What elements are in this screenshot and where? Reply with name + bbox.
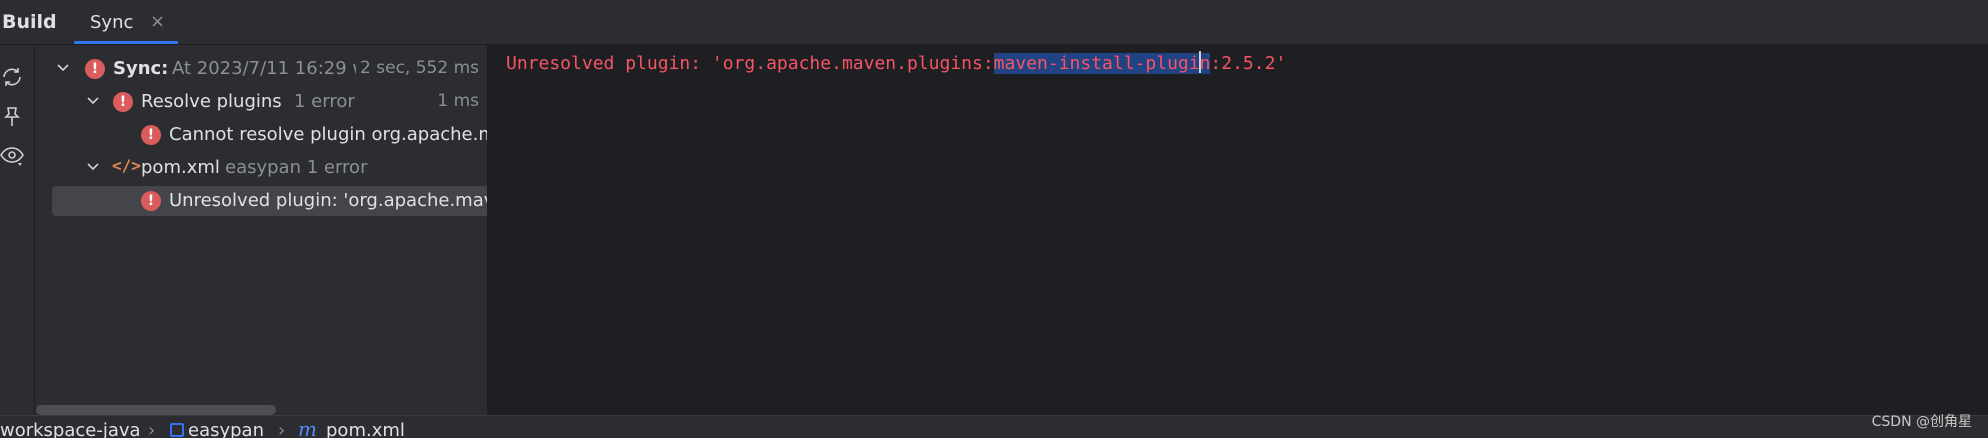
eye-icon[interactable] xyxy=(0,143,24,167)
tree-row-label: Unresolved plugin: 'org.apache.mav xyxy=(169,190,487,211)
tree-horizontal-scrollbar[interactable] xyxy=(36,405,276,415)
chevron-right-icon: › xyxy=(278,420,286,438)
chevron-down-icon[interactable] xyxy=(85,158,101,174)
tab-sync-label: Sync xyxy=(90,12,134,33)
chevron-down-icon[interactable] xyxy=(85,92,101,108)
breadcrumb-workspace[interactable]: workspace-java xyxy=(0,420,141,438)
xml-file-icon: </> xyxy=(112,156,141,175)
console-selection: maven-install-plugin xyxy=(993,51,1211,74)
tree-row-label: pom.xml xyxy=(141,157,220,178)
maven-icon: m xyxy=(298,417,317,438)
build-panel-header: Build Sync × xyxy=(0,0,1988,45)
tree-row-label: Cannot resolve plugin org.apache.m xyxy=(169,124,487,145)
tree-row-label: Sync: xyxy=(113,58,169,79)
build-tree[interactable]: ! Sync: At 2023/7/11 16:29 w 2 sec, 552 … xyxy=(35,45,487,415)
build-toolstrip xyxy=(0,45,35,415)
chevron-down-icon[interactable] xyxy=(55,59,71,75)
console-selected-tail: n xyxy=(1199,53,1211,74)
module-icon xyxy=(170,423,184,437)
panel-title: Build xyxy=(2,11,57,33)
tree-row-pom-xml[interactable]: </> pom.xml easypan 1 error xyxy=(35,153,487,183)
console-text-after: :2.5.2' xyxy=(1210,53,1287,74)
console-selected-text: maven-install-plugi xyxy=(993,53,1200,74)
tree-row-meta: easypan 1 error xyxy=(225,157,368,178)
error-icon: ! xyxy=(85,59,105,79)
tab-sync[interactable]: Sync × xyxy=(74,0,178,44)
active-tab-indicator xyxy=(74,41,178,44)
console-error-line: Unresolved plugin: 'org.apache.maven.plu… xyxy=(506,51,1286,74)
console-text-before: Unresolved plugin: 'org.apache.maven.plu… xyxy=(506,53,994,74)
close-icon[interactable]: × xyxy=(150,11,165,32)
tree-row-time: 2 sec, 552 ms xyxy=(356,58,479,78)
error-icon: ! xyxy=(141,191,161,211)
error-icon: ! xyxy=(141,125,161,145)
watermark: CSDN @创角星 xyxy=(1871,414,1972,430)
breadcrumb-file[interactable]: pom.xml xyxy=(326,420,405,438)
sync-icon[interactable] xyxy=(0,65,24,89)
tree-row-meta: At 2023/7/11 16:29 w xyxy=(172,58,368,79)
breadcrumb-module[interactable]: easypan xyxy=(188,420,264,438)
pin-icon[interactable] xyxy=(0,105,24,129)
chevron-right-icon: › xyxy=(148,420,156,438)
tree-row-label: Resolve plugins xyxy=(141,91,282,112)
error-icon: ! xyxy=(113,92,133,112)
status-bar: workspace-java › easypan › m pom.xml xyxy=(0,415,1988,438)
build-output-console[interactable]: Unresolved plugin: 'org.apache.maven.plu… xyxy=(489,45,1988,415)
tree-row-resolve-plugins[interactable]: ! Resolve plugins 1 error 1 ms xyxy=(35,87,487,117)
tree-row-sync[interactable]: ! Sync: At 2023/7/11 16:29 w 2 sec, 552 … xyxy=(35,54,487,84)
tree-row-unresolved-plugin[interactable]: ! Unresolved plugin: 'org.apache.mav xyxy=(52,186,487,216)
tree-row-meta: 1 error xyxy=(294,91,355,112)
tree-row-cannot-resolve[interactable]: ! Cannot resolve plugin org.apache.m xyxy=(35,120,487,150)
tree-row-time: 1 ms xyxy=(433,91,479,111)
